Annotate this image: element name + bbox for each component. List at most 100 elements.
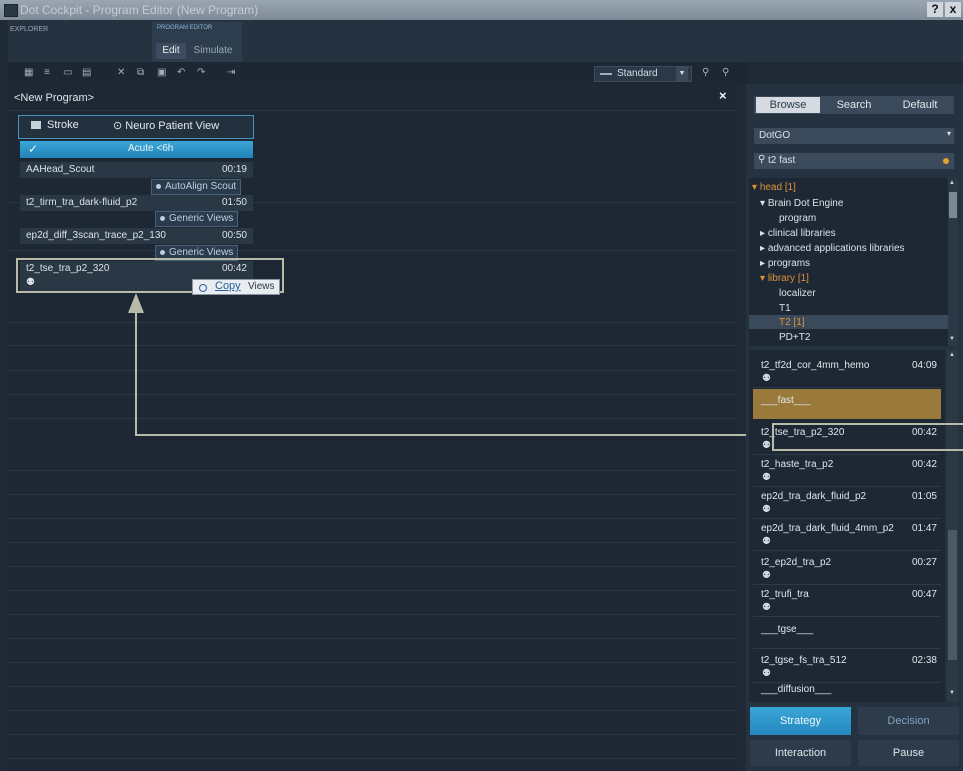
interaction-button[interactable]: Interaction	[750, 740, 851, 766]
tab-edit[interactable]: Edit	[156, 43, 186, 59]
patient-icon: ⚉	[762, 536, 771, 547]
table-icon[interactable]: ▦	[24, 67, 33, 78]
divider	[8, 394, 738, 395]
explorer-label[interactable]: EXPLORER	[10, 26, 48, 33]
divider	[8, 590, 738, 591]
action-label: AutoAlign Scout	[165, 181, 237, 192]
tree-node-pd-t2[interactable]: PD+T2	[779, 332, 810, 343]
view-mode-select[interactable]: Standard ▼	[594, 66, 692, 82]
protocol-row[interactable]: t2_tirm_tra_dark-fluid_p2 01:50	[20, 195, 253, 211]
monitor-icon	[31, 121, 41, 130]
result-name: t2_tf2d_cor_4mm_hemo	[761, 360, 870, 371]
patient-icon: ⚉	[762, 570, 771, 581]
callout-line	[135, 310, 137, 436]
tree-node-localizer[interactable]: localizer	[779, 288, 816, 299]
patient-icon: ⚉	[762, 602, 771, 613]
scroll-down-icon[interactable]: ▼	[949, 336, 955, 342]
separator-label: ___diffusion___	[761, 684, 832, 695]
neuro-patient-view-label: Neuro Patient View	[125, 120, 220, 132]
result-name: t2_ep2d_tra_p2	[761, 557, 832, 568]
pause-button[interactable]: Pause	[858, 740, 959, 766]
chevron-down-icon: ▾	[946, 129, 951, 138]
separator-diffusion: ___diffusion___	[753, 682, 941, 702]
stroke-view-button[interactable]: Stroke	[31, 119, 79, 131]
divider	[8, 542, 738, 543]
scroll-down-icon[interactable]: ▼	[949, 690, 955, 696]
list-icon[interactable]: ≡	[44, 67, 50, 78]
list-item[interactable]: t2_trufi_tra 00:47 ⚉	[753, 586, 941, 617]
tree-scroll-thumb[interactable]	[949, 192, 957, 218]
tab-simulate[interactable]: Simulate	[190, 43, 236, 59]
tree-node-library[interactable]: ▾ library [1]	[760, 273, 809, 284]
protocol-duration: 01:50	[221, 197, 247, 208]
autoalign-scout-button[interactable]: AutoAlign Scout	[151, 179, 242, 195]
tree-node-t2[interactable]: T2 [1]	[779, 317, 805, 328]
list-item[interactable]: t2_tf2d_cor_4mm_hemo 04:09 ⚉	[753, 357, 941, 388]
tab-browse[interactable]: Browse	[756, 97, 820, 113]
tab-default[interactable]: Default	[890, 97, 950, 113]
list-item[interactable]: ep2d_tra_dark_fluid_4mm_p2 01:47 ⚉	[753, 520, 941, 551]
callout-line	[135, 434, 775, 436]
copy-icon[interactable]: ⧉	[137, 67, 144, 78]
tree-node-label: library [1]	[767, 273, 809, 284]
divider	[8, 686, 738, 687]
zoom-out-icon[interactable]: ⚲	[722, 67, 729, 78]
result-duration: 01:05	[911, 491, 937, 502]
list-item[interactable]: t2_ep2d_tra_p2 00:27 ⚉	[753, 554, 941, 585]
paste-icon[interactable]: ▣	[157, 67, 166, 78]
protocol-row[interactable]: ep2d_diff_3scan_trace_p2_130 00:50	[20, 228, 253, 244]
scroll-up-icon[interactable]: ▲	[949, 180, 955, 186]
result-name: t2_trufi_tra	[761, 589, 809, 600]
action-label: Generic Views	[169, 247, 234, 258]
list-item[interactable]: ep2d_tra_dark_fluid_p2 01:05 ⚉	[753, 488, 941, 519]
window-close-button[interactable]: x	[945, 2, 961, 17]
generic-views-button[interactable]: Generic Views	[155, 211, 239, 227]
list-item[interactable]: t2_haste_tra_p2 00:42 ⚉	[753, 456, 941, 487]
tree-node-head[interactable]: ▾ head [1]	[752, 182, 796, 193]
protocol-row[interactable]: AAHead_Scout 00:19	[20, 162, 253, 178]
separator-tgse: ___tgse___	[753, 618, 941, 649]
divider	[8, 370, 738, 371]
tree-node-clinical-libraries[interactable]: ▸ clinical libraries	[760, 228, 836, 239]
radio-icon	[160, 249, 165, 255]
help-button[interactable]: ?	[927, 2, 943, 17]
library-select-value: DotGO	[759, 130, 791, 141]
close-icon[interactable]: ×	[719, 88, 727, 103]
strategy-button[interactable]: Strategy	[750, 707, 851, 735]
search-input[interactable]: ⚲ t2 fast	[754, 153, 954, 169]
neuro-patient-view-button[interactable]: ⊙ Neuro Patient View	[113, 119, 219, 132]
results-scroll-thumb[interactable]	[948, 530, 957, 660]
clear-search-icon[interactable]	[943, 158, 949, 164]
decision-button[interactable]: Decision	[858, 707, 959, 735]
views-label: Views	[248, 281, 275, 292]
protocol-name: AAHead_Scout	[26, 164, 95, 175]
delete-icon[interactable]: ✕	[117, 67, 125, 78]
result-duration: 00:27	[911, 557, 937, 568]
redo-icon[interactable]: ↷	[197, 67, 205, 78]
scroll-up-icon[interactable]: ▲	[949, 352, 955, 358]
tab-search[interactable]: Search	[824, 97, 884, 113]
zoom-in-icon[interactable]: ⚲	[702, 67, 709, 78]
program-editor-label: PROGRAM EDITOR	[157, 25, 213, 31]
strategy-header[interactable]: ✓ Acute <6h	[20, 141, 253, 158]
tree-node-brain-dot-engine[interactable]: ▾ Brain Dot Engine	[760, 198, 843, 209]
protocol-duration: 00:19	[221, 164, 247, 175]
grid-icon[interactable]: ▤	[82, 67, 91, 78]
tree-node-advanced-applications[interactable]: ▸ advanced applications libraries	[760, 243, 905, 254]
tree-node-t1[interactable]: T1	[779, 303, 791, 314]
patient-icon: ⚉	[762, 504, 771, 515]
expand-icon[interactable]: ⇥	[227, 67, 235, 78]
copy-views-button[interactable]: Copy Views	[192, 279, 280, 295]
tree-node-program[interactable]: program	[779, 213, 816, 224]
program-name[interactable]: <New Program>	[14, 92, 94, 104]
list-item[interactable]: t2_tgse_fs_tra_512 02:38 ⚉	[753, 652, 941, 683]
library-select[interactable]: DotGO ▾	[754, 128, 954, 144]
divider	[8, 470, 738, 471]
tree-node-programs[interactable]: ▸ programs	[760, 258, 810, 269]
undo-icon[interactable]: ↶	[177, 67, 185, 78]
monitor-icon[interactable]: ▭	[63, 67, 72, 78]
strategy-label: Acute <6h	[128, 143, 174, 154]
divider	[8, 418, 738, 419]
separator-label: ___fast___	[761, 395, 811, 406]
result-duration: 02:38	[911, 655, 937, 666]
